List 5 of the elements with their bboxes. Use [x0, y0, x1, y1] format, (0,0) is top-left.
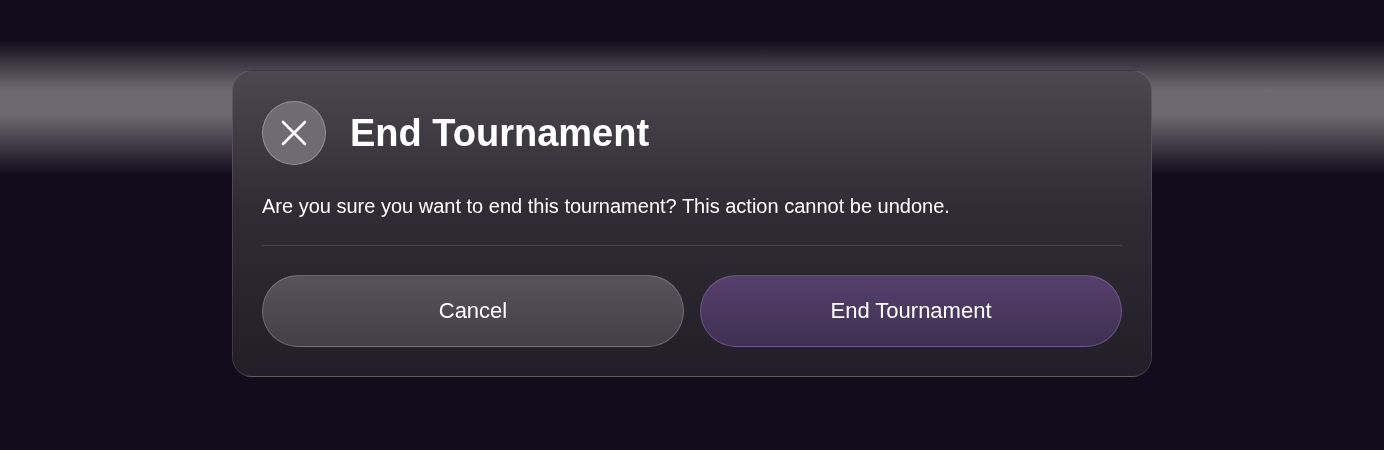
dialog-message: Are you sure you want to end this tournament? This action cannot be undone.	[262, 195, 951, 218]
cancel-button[interactable]: Cancel	[262, 275, 684, 347]
close-icon	[281, 120, 307, 146]
confirm-button[interactable]: End Tournament	[700, 275, 1122, 347]
dialog-title: End Tournament	[350, 111, 650, 155]
